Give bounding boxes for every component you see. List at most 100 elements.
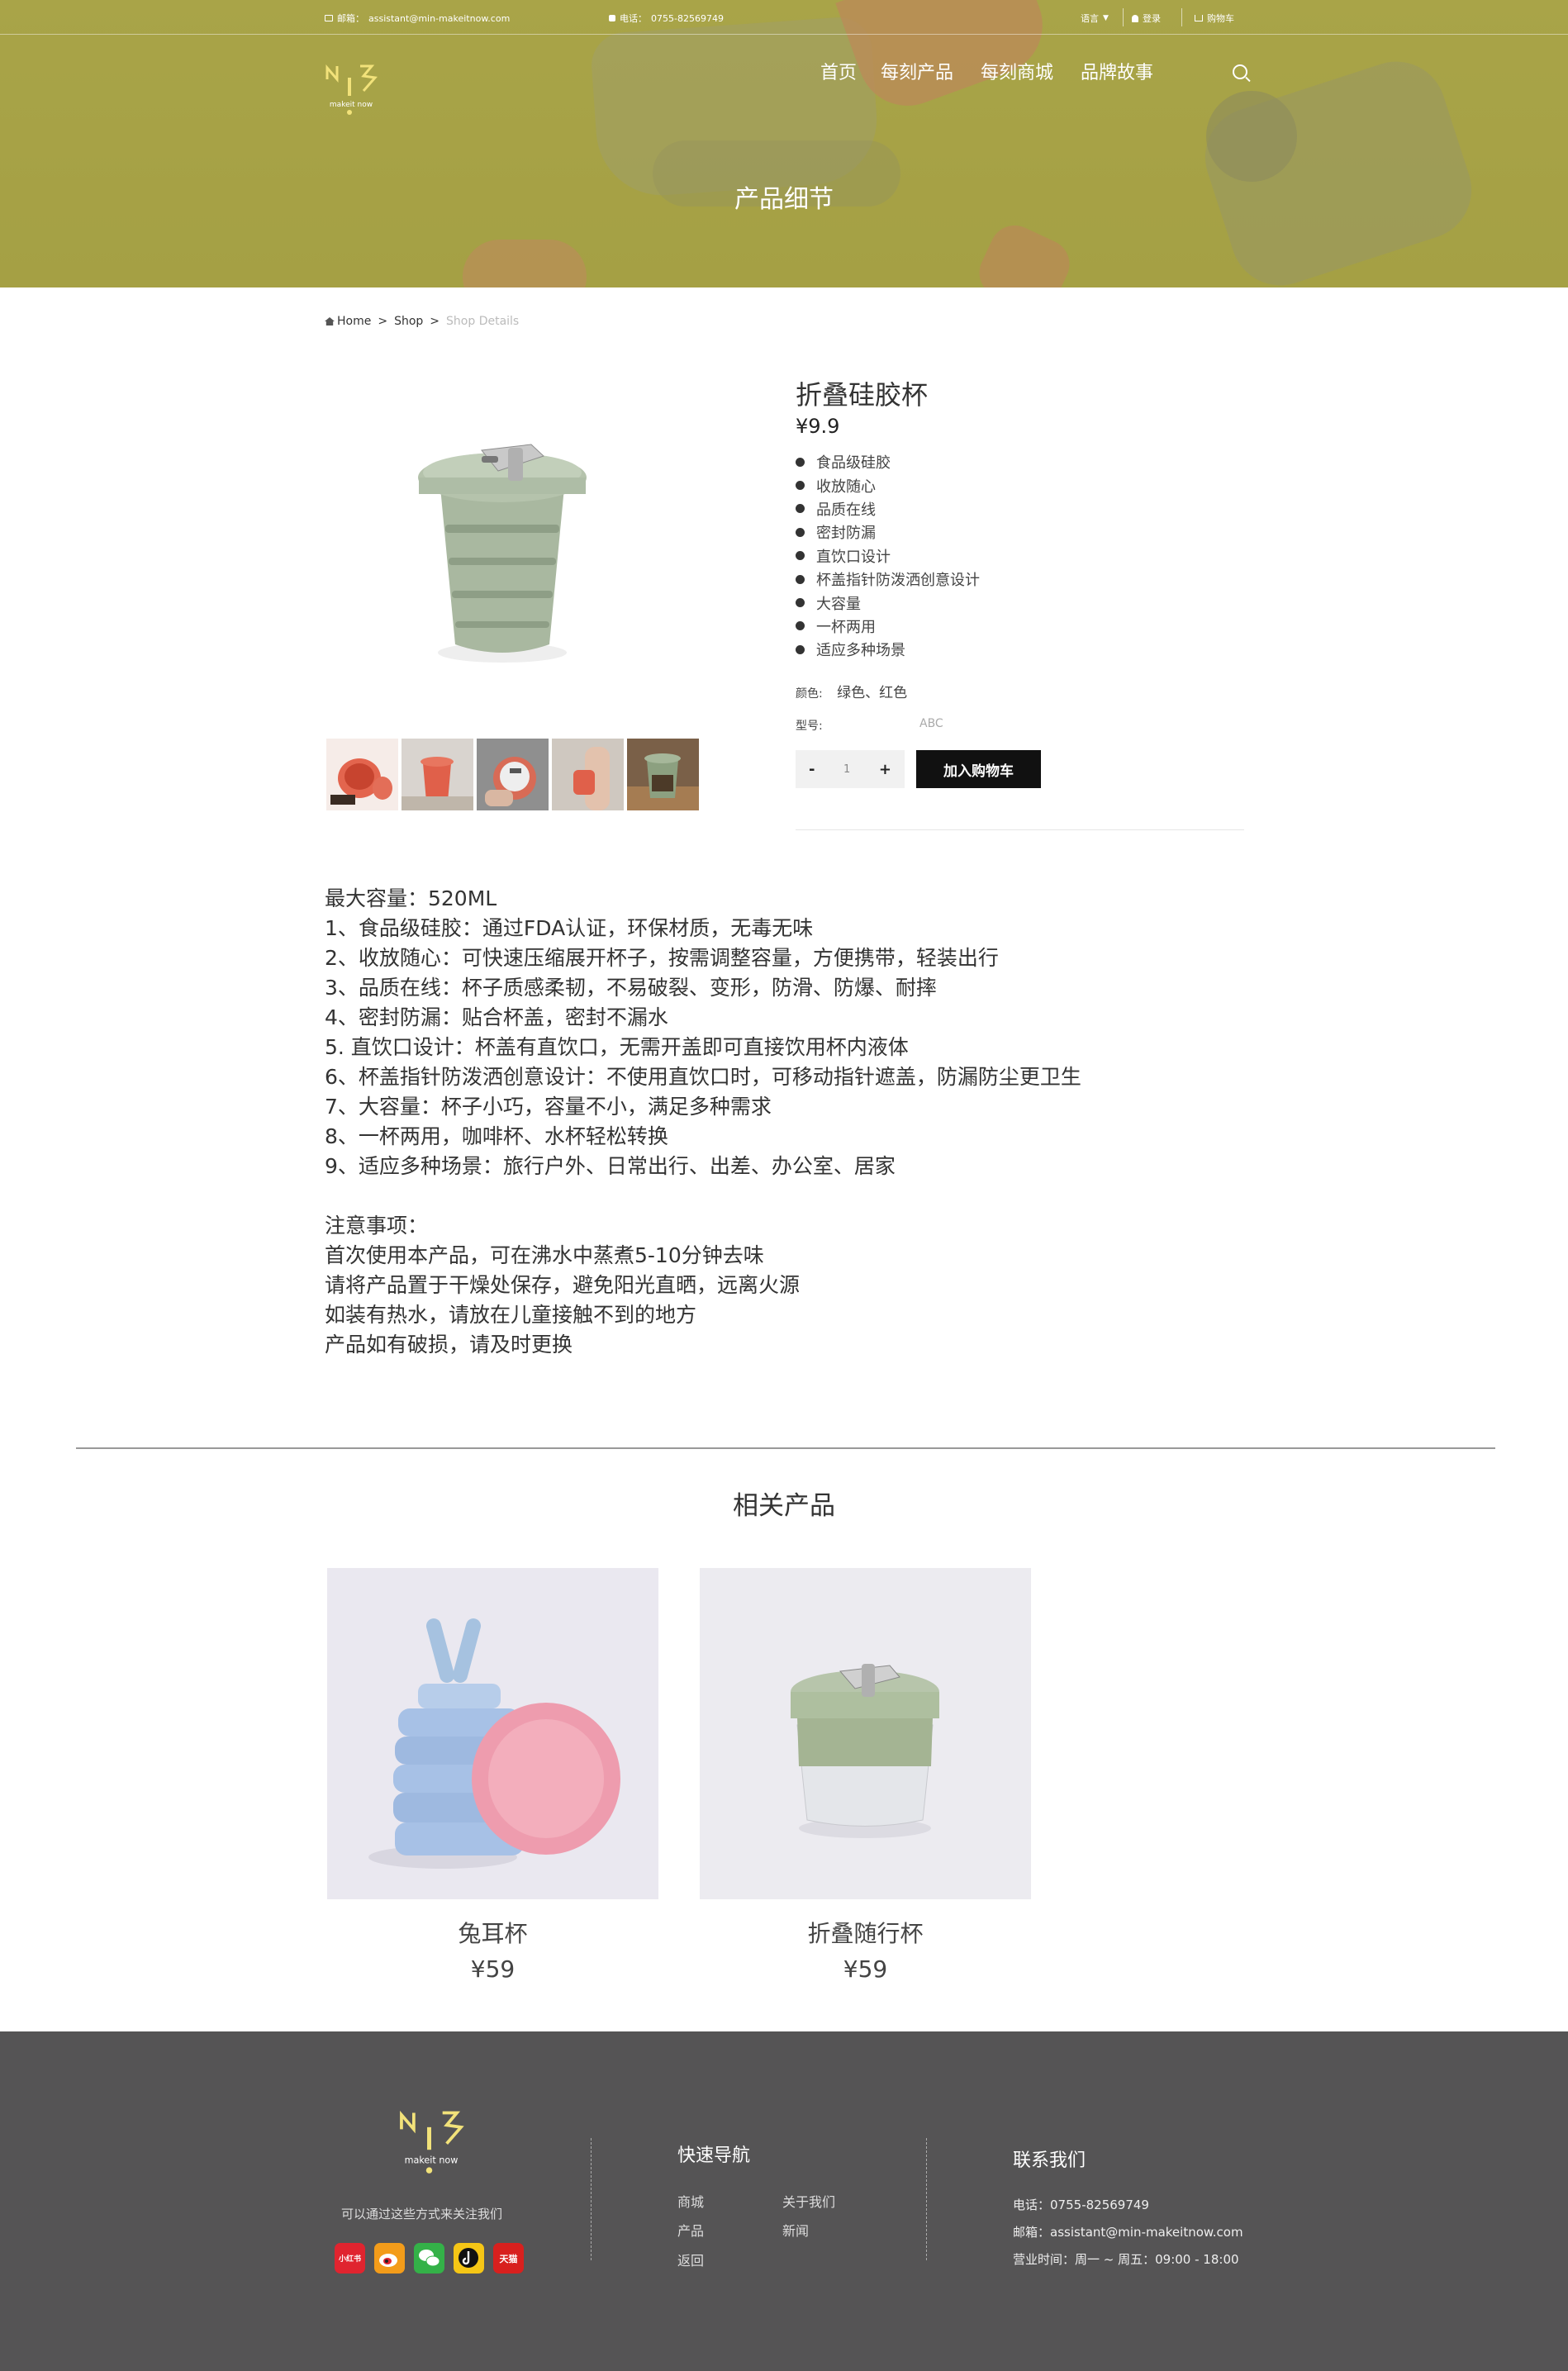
contact-phone-label: 电话： (1013, 2198, 1051, 2212)
caret-down-icon: ▼ (1103, 14, 1109, 22)
topbar-divider (1181, 8, 1182, 26)
related-product-price: ¥59 (470, 1955, 516, 1983)
bullet-icon (796, 504, 805, 514)
email-label: 邮箱： (337, 13, 364, 24)
feature-list: 食品级硅胶 收放随心 品质在线 密封防漏 直饮口设计 杯盖指针防泼洒创意设计 大… (796, 450, 980, 662)
related-product-image[interactable] (700, 1568, 1031, 1899)
topbar-divider (1123, 8, 1124, 26)
bullet-icon (796, 457, 805, 467)
arm-cup-thumbnail-icon (552, 739, 624, 810)
feature-item: 一杯两用 (796, 615, 980, 638)
qty-value[interactable]: 1 (843, 763, 850, 776)
thumbnail[interactable] (477, 739, 549, 810)
footer-logo[interactable]: makeit now (397, 2107, 466, 2183)
douyin-glyph (459, 2248, 478, 2268)
related-product-card[interactable]: 兔耳杯 ¥59 (327, 1568, 658, 1983)
desc-line: 4、密封防漏：贴合杯盖，密封不漏水 (325, 1005, 668, 1029)
login-label: 登录 (1143, 13, 1161, 24)
desc-line: 9、适应多种场景：旅行户外、日常出行、出差、办公室、居家 (325, 1154, 896, 1178)
footer-link-back[interactable]: 返回 (677, 2250, 704, 2269)
nav-item-brand-story[interactable]: 品牌故事 (1081, 58, 1153, 84)
language-label: 语言 (1081, 13, 1099, 24)
product-main-image[interactable] (325, 380, 680, 719)
language-dropdown[interactable]: 语言 ▼ (1081, 12, 1109, 25)
user-icon (1132, 14, 1138, 22)
phone-icon (609, 15, 615, 21)
bullet-icon (796, 598, 805, 608)
pink-cup-table-thumbnail-icon (402, 739, 473, 810)
feature-item: 食品级硅胶 (796, 450, 980, 473)
related-product-price: ¥59 (843, 1955, 888, 1983)
related-product-name[interactable]: 折叠随行杯 (700, 1916, 1031, 1949)
related-products-title: 相关产品 (733, 1491, 835, 1521)
breadcrumb-home[interactable]: Home (337, 315, 371, 328)
wechat-icon[interactable] (414, 2243, 444, 2274)
related-product-name[interactable]: 兔耳杯 (327, 1916, 658, 1949)
feature-label: 杯盖指针防泼洒创意设计 (816, 572, 980, 590)
thumbnail[interactable] (402, 739, 473, 810)
weibo-icon[interactable] (374, 2243, 405, 2274)
feature-item: 杯盖指针防泼洒创意设计 (796, 568, 980, 591)
footer-link-mall[interactable]: 商城 (677, 2191, 704, 2211)
desc-line: 2、收放随心：可快速压缩展开杯子，按需调整容量，方便携带，轻装出行 (325, 946, 999, 970)
feature-label: 密封防漏 (816, 525, 876, 543)
footer-link-about[interactable]: 关于我们 (782, 2191, 835, 2211)
desc-line: 最大容量：520ML (325, 886, 497, 910)
product-description: 最大容量：520ML 1、食品级硅胶：通过FDA认证，环保材质，无毒无味 2、收… (325, 884, 1081, 1360)
nav-item-mall[interactable]: 每刻商城 (981, 58, 1053, 84)
product-price: ¥9.9 (796, 415, 840, 438)
search-icon[interactable] (1233, 64, 1247, 79)
douyin-icon[interactable] (454, 2243, 484, 2274)
hand-cup-thumbnail-icon (477, 739, 549, 810)
travel-cup-image (700, 1568, 1031, 1899)
related-product-card[interactable]: 折叠随行杯 ¥59 (700, 1568, 1031, 1983)
feature-item: 品质在线 (796, 497, 980, 520)
cart-icon (1195, 15, 1203, 21)
login-link[interactable]: 登录 (1132, 12, 1161, 25)
mail-icon (325, 15, 333, 21)
notes-line: 产品如有破损，请及时更换 (325, 1333, 573, 1357)
site-logo[interactable]: makeit now (324, 61, 378, 122)
cart-link[interactable]: 购物车 (1195, 12, 1234, 25)
svg-text:makeit now: makeit now (405, 2155, 459, 2165)
feature-label: 食品级硅胶 (816, 454, 891, 473)
breadcrumb-shop[interactable]: Shop (394, 315, 423, 328)
thumbnail[interactable] (627, 739, 699, 810)
social-label: 小红书 (338, 2255, 361, 2264)
thumbnail[interactable] (326, 739, 398, 810)
feature-label: 直饮口设计 (816, 548, 891, 566)
divider (796, 829, 1244, 830)
tmall-icon[interactable]: 天猫 (493, 2243, 524, 2274)
wechat-glyph (419, 2250, 440, 2267)
qty-minus-button[interactable]: - (809, 761, 815, 778)
topbar-email[interactable]: 邮箱： assistant@min-makeitnow.com (325, 12, 510, 25)
contact-hours: 营业时间：周一 ~ 周五：09:00 - 18:00 (1013, 2250, 1239, 2268)
feature-item: 直饮口设计 (796, 544, 980, 568)
feature-label: 大容量 (816, 595, 861, 613)
feature-item: 大容量 (796, 591, 980, 614)
section-divider (76, 1447, 1495, 1449)
nav-item-products[interactable]: 每刻产品 (881, 58, 953, 84)
related-product-image[interactable] (327, 1568, 658, 1899)
contact-email[interactable]: 邮箱：assistant@min-makeitnow.com (1013, 2223, 1243, 2240)
email-value: assistant@min-makeitnow.com (368, 12, 511, 24)
footer-link-products[interactable]: 产品 (677, 2220, 704, 2240)
footer-divider (926, 2138, 927, 2260)
cart-label: 购物车 (1207, 13, 1234, 24)
notes-heading: 注意事项： (325, 1214, 429, 1238)
contact-hours-value: 周一 ~ 周五：09:00 - 18:00 (1075, 2252, 1239, 2267)
coffee-cup-thumbnail-icon (627, 739, 699, 810)
add-to-cart-button[interactable]: 加入购物车 (916, 750, 1041, 788)
nav-item-home[interactable]: 首页 (820, 58, 857, 84)
color-label: 颜色: (796, 687, 823, 701)
footer-link-news[interactable]: 新闻 (782, 2220, 809, 2240)
makeit-now-logo-icon: makeit now (325, 64, 378, 115)
bullet-icon (796, 551, 805, 561)
thumbnail[interactable] (552, 739, 624, 810)
bullet-icon (796, 574, 805, 584)
color-value: 绿色、红色 (837, 685, 908, 701)
qty-plus-button[interactable]: + (879, 761, 891, 778)
xiaohongshu-icon[interactable]: 小红书 (335, 2243, 365, 2274)
phone-value: 0755-82569749 (651, 12, 724, 24)
